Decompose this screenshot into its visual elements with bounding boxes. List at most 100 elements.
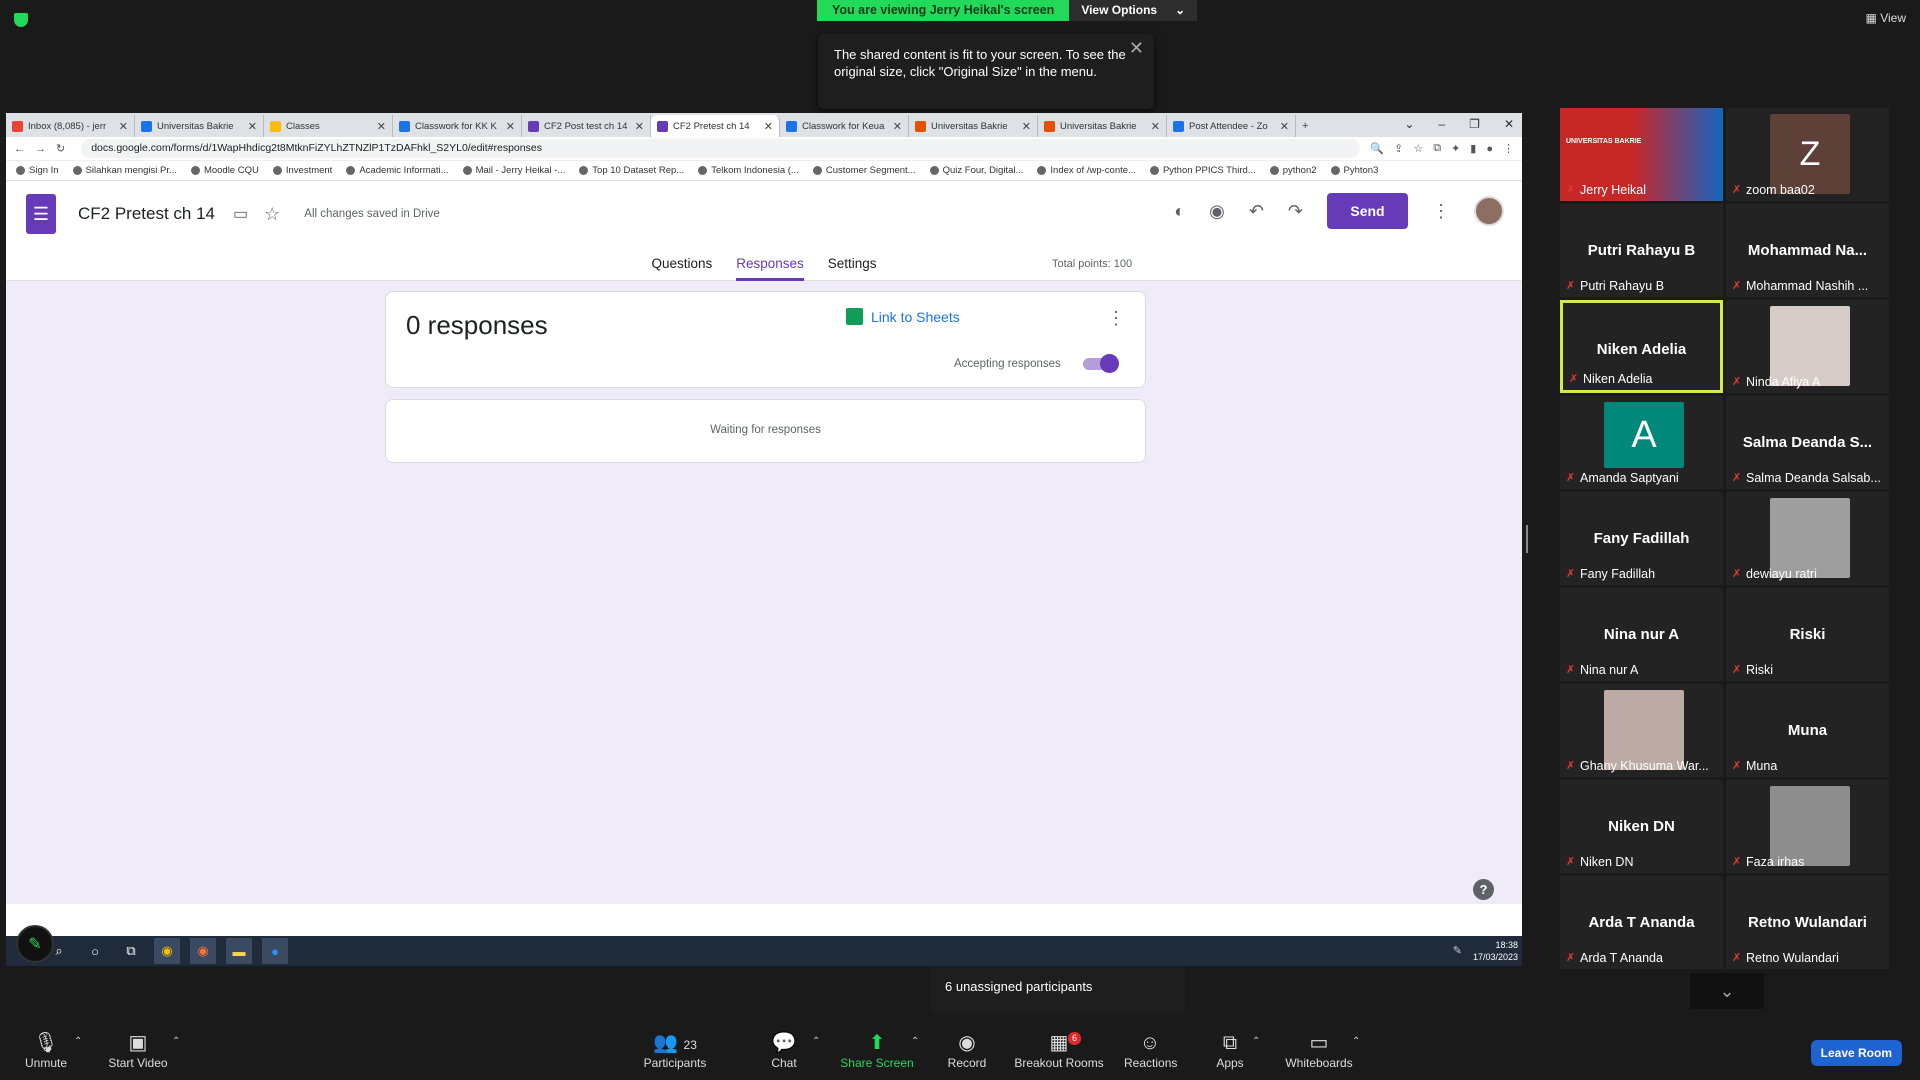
share-options-caret[interactable]: ⌃ [911, 1036, 919, 1047]
annotate-pen-icon[interactable]: ✎ [16, 925, 54, 963]
forms-logo-icon[interactable]: ☰ [26, 194, 56, 234]
task-view-icon[interactable]: ⧉ [118, 938, 144, 964]
tab-close-icon[interactable]: ✕ [635, 120, 644, 133]
whiteboards-button[interactable]: ▭ Whiteboards [1284, 1030, 1354, 1070]
browser-tab[interactable]: Classwork for Keua ✕ [780, 115, 909, 137]
preview-eye-icon[interactable]: ◉ [1209, 201, 1225, 222]
bookmark-item[interactable]: Customer Segment... [812, 165, 916, 176]
minimize-icon[interactable]: – [1438, 117, 1445, 131]
bookmark-item[interactable]: Mail - Jerry Heikal -... [462, 165, 565, 176]
bookmark-item[interactable]: Telkom Indonesia (... [698, 165, 799, 176]
tab-close-icon[interactable]: ✕ [1151, 120, 1160, 133]
bookmark-item[interactable]: Sign In [16, 165, 59, 176]
url-field[interactable]: docs.google.com/forms/d/1WapHhdicg2t8Mtk… [81, 139, 1361, 158]
palette-icon[interactable]: ◐ [1174, 201, 1185, 222]
tab-close-icon[interactable]: ✕ [506, 120, 515, 133]
browser-tab[interactable]: Universitas Bakrie ✕ [135, 115, 264, 137]
chat-button[interactable]: 💬 Chat [764, 1030, 804, 1070]
star-icon[interactable]: ☆ [264, 204, 280, 225]
audio-options-caret[interactable]: ⌃ [74, 1036, 82, 1047]
bookmark-item[interactable]: Investment [272, 165, 332, 176]
tab-close-icon[interactable]: ✕ [119, 120, 128, 133]
cortana-icon[interactable]: ○ [82, 938, 108, 964]
security-shield-icon[interactable] [14, 13, 28, 27]
leave-room-button[interactable]: Leave Room [1810, 1040, 1902, 1066]
tab-close-icon[interactable]: ✕ [248, 120, 257, 133]
participant-tile[interactable]: Arda T Ananda ✗ Arda T Ananda [1560, 876, 1723, 969]
bookmark-item[interactable]: Moodle CQU [190, 165, 259, 176]
tab-close-icon[interactable]: ✕ [1280, 120, 1289, 133]
tab-close-icon[interactable]: ✕ [893, 120, 902, 133]
splitter-handle[interactable] [1526, 525, 1528, 553]
bookmark-item[interactable]: Quiz Four, Digital... [929, 165, 1023, 176]
participant-tile[interactable]: A ✗ Amanda Saptyani [1560, 396, 1723, 489]
participant-tile[interactable]: ✗ dewiayu ratri [1726, 492, 1889, 585]
start-video-button[interactable]: ▣ Start Video [102, 1030, 174, 1070]
close-icon[interactable]: ✕ [1129, 39, 1144, 57]
participant-tile[interactable]: Mohammad Na... ✗ Mohammad Nashih ... [1726, 204, 1889, 297]
unassigned-participants-popup[interactable]: 6 unassigned participants [930, 966, 1185, 1012]
participant-tile[interactable]: Putri Rahayu B ✗ Putri Rahayu B [1560, 204, 1723, 297]
tab-close-icon[interactable]: ✕ [1022, 120, 1031, 133]
close-window-icon[interactable]: ✕ [1504, 117, 1514, 131]
view-button[interactable]: ▦ View [1866, 11, 1906, 25]
participant-tile[interactable]: Nina nur A ✗ Nina nur A [1560, 588, 1723, 681]
redo-icon[interactable]: ↷ [1288, 201, 1303, 222]
participant-tile[interactable]: Salma Deanda S... ✗ Salma Deanda Salsab... [1726, 396, 1889, 489]
participant-tile[interactable]: UNIVERSITAS BAKRIE ✗ Jerry Heikal [1560, 108, 1723, 201]
view-options-button[interactable]: View Options ⌄ [1069, 0, 1198, 21]
browser-tab[interactable]: Inbox (8,085) - jerr ✕ [6, 115, 135, 137]
browser-tab[interactable]: Classes ✕ [264, 115, 393, 137]
more-options-icon[interactable]: ⋮ [1107, 308, 1125, 329]
link-to-sheets-button[interactable]: Link to Sheets [846, 308, 960, 325]
participant-tile[interactable]: ✗ Faza irhas [1726, 780, 1889, 873]
browser-tab[interactable]: Universitas Bakrie ✕ [1038, 115, 1167, 137]
tab-questions[interactable]: Questions [651, 247, 712, 281]
browser-tab[interactable]: CF2 Post test ch 14 ✕ [522, 115, 651, 137]
undo-icon[interactable]: ↶ [1249, 201, 1264, 222]
apps-options-caret[interactable]: ⌃ [1252, 1036, 1260, 1047]
tab-settings[interactable]: Settings [828, 247, 877, 281]
pen-tray-icon[interactable]: ✎ [1453, 944, 1462, 957]
chevron-down-icon[interactable]: ⌄ [1404, 117, 1414, 131]
participants-button[interactable]: 👥 23 Participants [640, 1030, 710, 1070]
browser-tab[interactable]: CF2 Pretest ch 14 ✕ [651, 115, 780, 137]
extension-icon[interactable]: ⧉ [1433, 142, 1441, 155]
send-button[interactable]: Send [1327, 193, 1408, 229]
share-screen-button[interactable]: ⬆ Share Screen [838, 1030, 916, 1070]
browser-tab[interactable]: Universitas Bakrie ✕ [909, 115, 1038, 137]
browser-tab[interactable]: Classwork for KK K ✕ [393, 115, 522, 137]
menu-icon[interactable]: ⋮ [1503, 142, 1514, 155]
participant-tile[interactable]: Retno Wulandari ✗ Retno Wulandari [1726, 876, 1889, 969]
avatar[interactable] [1474, 196, 1504, 226]
forward-icon[interactable]: → [35, 143, 46, 155]
star-icon[interactable]: ☆ [1413, 142, 1423, 155]
more-vert-icon[interactable]: ⋮ [1432, 201, 1450, 222]
bookmark-item[interactable]: Python PPICS Third... [1149, 165, 1256, 176]
breakout-rooms-button[interactable]: ▦ Breakout Rooms 6 [1012, 1030, 1106, 1070]
apps-button[interactable]: ⧉ Apps [1212, 1030, 1248, 1070]
share-icon[interactable]: ⇪ [1394, 142, 1403, 155]
participant-tile[interactable]: ✗ Ghany Khusuma War... [1560, 684, 1723, 777]
accepting-toggle[interactable] [1083, 354, 1119, 373]
record-button[interactable]: ◉ Record [942, 1030, 992, 1070]
bookmark-item[interactable]: Academic Informati... [346, 165, 449, 176]
form-title[interactable]: CF2 Pretest ch 14 [78, 204, 215, 224]
unmute-button[interactable]: 🎙 Unmute [22, 1030, 70, 1070]
participant-tile[interactable]: ✗ Ninda Afiya A [1726, 300, 1889, 393]
taskbar-clock[interactable]: 18:38 17/03/2023 [1473, 939, 1518, 963]
bookmark-item[interactable]: python2 [1269, 165, 1317, 176]
sidepanel-icon[interactable]: ▮ [1470, 142, 1476, 155]
back-icon[interactable]: ← [14, 143, 25, 155]
video-options-caret[interactable]: ⌃ [172, 1036, 180, 1047]
tab-close-icon[interactable]: ✕ [377, 120, 386, 133]
firefox-icon[interactable]: ◉ [190, 938, 216, 964]
participant-tile[interactable]: Niken DN ✗ Niken DN [1560, 780, 1723, 873]
new-tab-button[interactable]: + [1296, 115, 1326, 137]
participant-tile[interactable]: Riski ✗ Riski [1726, 588, 1889, 681]
gallery-scroll-down-icon[interactable]: ⌄ [1690, 973, 1764, 1009]
profile-icon[interactable]: ● [1486, 143, 1493, 155]
reload-icon[interactable]: ↻ [56, 142, 65, 155]
restore-icon[interactable]: ❐ [1469, 117, 1480, 131]
chat-options-caret[interactable]: ⌃ [812, 1036, 820, 1047]
